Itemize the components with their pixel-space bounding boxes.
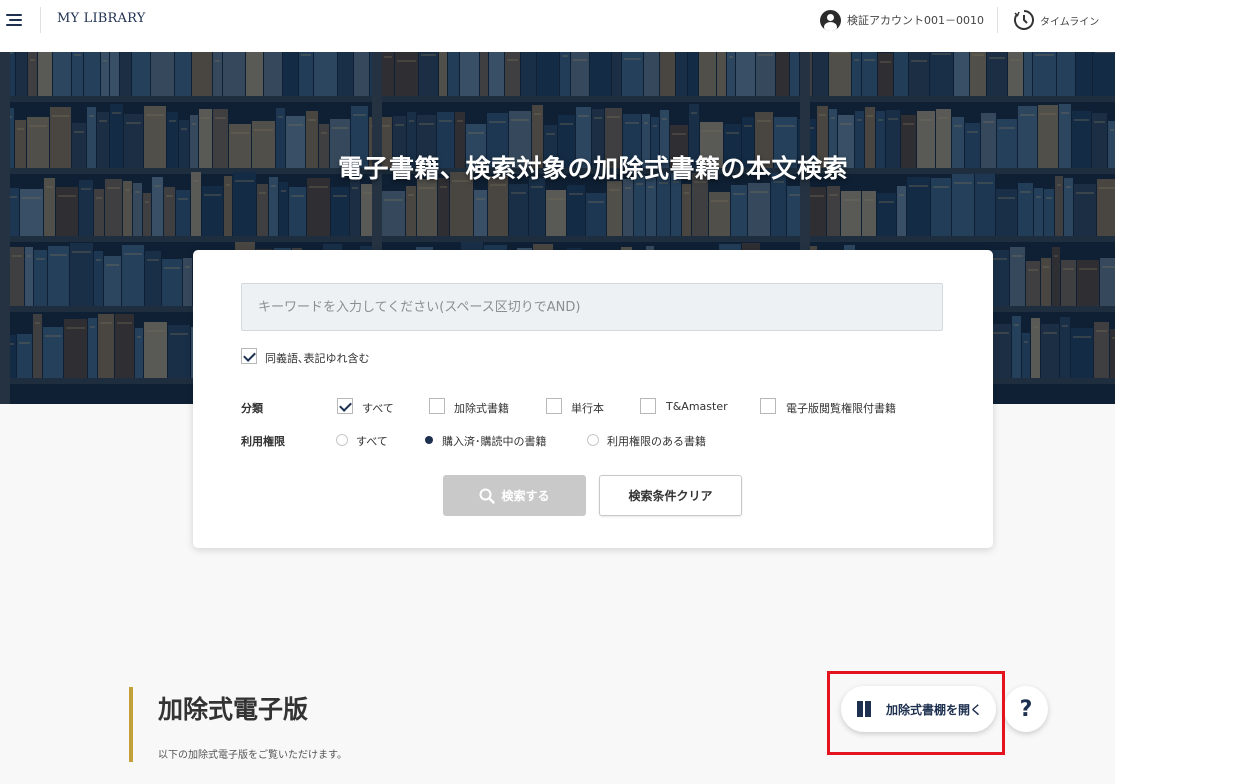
hero-title: 電子書籍、検索対象の加除式書籍の本文検索 bbox=[337, 154, 848, 183]
logo[interactable]: MY LIBRARY bbox=[57, 11, 146, 26]
permission-option-label: 利用権限のある書籍 bbox=[607, 435, 706, 448]
search-button[interactable]: 検索する bbox=[443, 475, 586, 516]
section-description: 以下の加除式電子版をご覧いただけます。 bbox=[158, 750, 347, 761]
open-bookshelf-label: 加除式書棚を開く bbox=[886, 702, 983, 717]
category-checkbox-all[interactable] bbox=[337, 398, 353, 414]
permission-radio-authorized[interactable] bbox=[587, 434, 599, 446]
keyword-search-input[interactable] bbox=[241, 283, 943, 331]
header-divider bbox=[40, 7, 41, 33]
open-bookshelf-button[interactable]: 加除式書棚を開く bbox=[841, 686, 996, 732]
permission-label: 利用権限 bbox=[241, 435, 285, 448]
category-checkbox-tankobon[interactable] bbox=[546, 398, 562, 414]
category-checkbox-kajoshiki[interactable] bbox=[429, 398, 445, 414]
timeline-link[interactable]: タイムライン bbox=[1013, 9, 1099, 31]
permission-radio-all[interactable] bbox=[336, 434, 348, 446]
clock-icon bbox=[1014, 10, 1034, 30]
account-menu[interactable]: 検証アカウント001－0010 bbox=[820, 9, 984, 31]
category-option-label: 単行本 bbox=[571, 402, 604, 415]
search-panel: 同義語､表記ゆれ含む 分類 すべて 加除式書籍 単行本 T&Amaster 電子… bbox=[193, 250, 993, 548]
category-option-label: T&Amaster bbox=[666, 400, 728, 413]
section-accent-bar bbox=[129, 687, 133, 762]
permission-option-label: 購入済･購読中の書籍 bbox=[442, 435, 547, 448]
hamburger-menu-icon[interactable] bbox=[6, 10, 26, 30]
synonym-label: 同義語､表記ゆれ含む bbox=[265, 352, 370, 365]
user-circle-icon bbox=[820, 9, 841, 31]
page: MY LIBRARY 検証アカウント001－0010 タイムライン 電子書籍、検… bbox=[0, 0, 1115, 784]
permission-radio-purchased[interactable] bbox=[423, 434, 435, 446]
search-button-label: 検索する bbox=[501, 489, 550, 503]
header-divider bbox=[997, 7, 998, 33]
search-icon bbox=[479, 488, 496, 504]
permission-option-label: すべて bbox=[356, 435, 388, 448]
category-option-label: 加除式書籍 bbox=[454, 402, 509, 415]
account-label: 検証アカウント001－0010 bbox=[847, 14, 984, 27]
category-option-label: すべて bbox=[362, 402, 394, 415]
category-checkbox-tamaster[interactable] bbox=[640, 398, 656, 414]
section-title: 加除式電子版 bbox=[158, 695, 309, 724]
category-option-label: 電子版閲覧権限付書籍 bbox=[786, 402, 896, 415]
header: MY LIBRARY 検証アカウント001－0010 タイムライン bbox=[0, 0, 1115, 52]
clear-button-label: 検索条件クリア bbox=[628, 489, 713, 503]
help-button[interactable]: ? bbox=[1004, 686, 1048, 732]
category-label: 分類 bbox=[241, 402, 263, 415]
category-checkbox-digital-access[interactable] bbox=[760, 398, 776, 414]
synonym-checkbox[interactable] bbox=[241, 348, 257, 364]
book-icon bbox=[857, 701, 871, 717]
timeline-label: タイムライン bbox=[1040, 16, 1100, 28]
clear-conditions-button[interactable]: 検索条件クリア bbox=[599, 475, 742, 516]
